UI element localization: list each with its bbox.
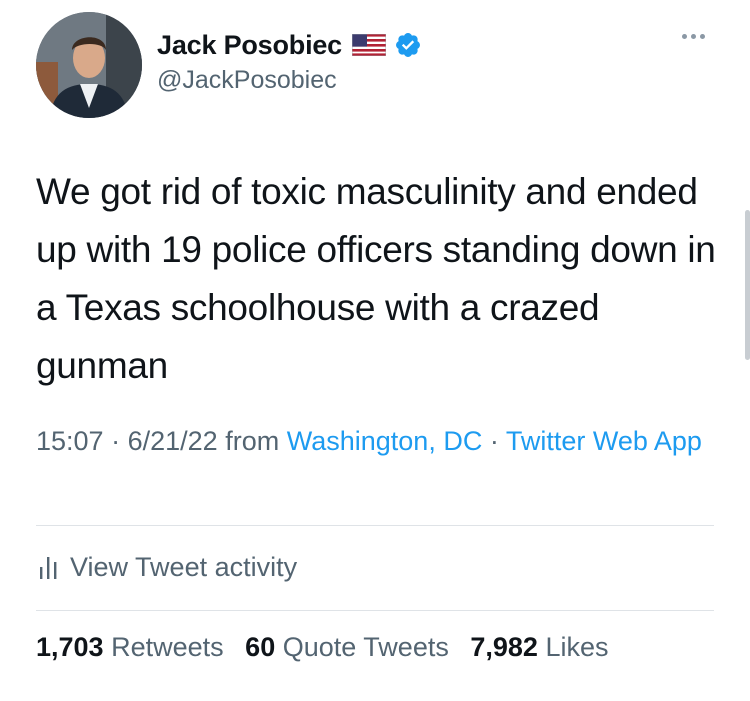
- quote-tweets-count: 60: [245, 632, 276, 662]
- user-handle[interactable]: @JackPosobiec: [157, 66, 337, 95]
- more-dot: [700, 34, 705, 39]
- avatar[interactable]: [36, 12, 142, 118]
- more-options-icon[interactable]: [682, 34, 705, 39]
- scrollbar[interactable]: [745, 210, 750, 360]
- bar-chart-icon: [40, 557, 57, 579]
- tweet-card: Jack Posobiec @JackPosobiec We got rid o…: [0, 0, 750, 701]
- verified-badge-icon: [396, 33, 420, 57]
- likes-count: 7,982: [470, 632, 538, 662]
- likes-label: Likes: [545, 632, 609, 662]
- more-dot: [691, 34, 696, 39]
- tweet-location-link[interactable]: Washington, DC: [287, 426, 483, 456]
- divider: [36, 525, 714, 526]
- view-tweet-activity-label: View Tweet activity: [70, 551, 298, 582]
- divider: [36, 610, 714, 611]
- quote-tweets-stat[interactable]: 60 Quote Tweets: [245, 632, 449, 662]
- retweets-label: Retweets: [111, 632, 224, 662]
- view-tweet-activity-button[interactable]: View Tweet activity: [36, 547, 297, 587]
- more-dot: [682, 34, 687, 39]
- retweets-stat[interactable]: 1,703 Retweets: [36, 632, 224, 662]
- avatar-image: [36, 12, 142, 118]
- us-flag-icon: [352, 34, 387, 56]
- retweets-count: 1,703: [36, 632, 104, 662]
- tweet-metadata: 15:07 · 6/21/22 from Washington, DC · Tw…: [36, 422, 706, 461]
- quote-tweets-label: Quote Tweets: [282, 632, 449, 662]
- user-name-row: Jack Posobiec: [157, 28, 422, 62]
- meta-separator: ·: [489, 426, 499, 456]
- tweet-time[interactable]: 15:07: [36, 426, 104, 456]
- tweet-text: We got rid of toxic masculinity and ende…: [36, 171, 716, 386]
- tweet-source-link[interactable]: Twitter Web App: [506, 426, 702, 456]
- likes-stat[interactable]: 7,982 Likes: [470, 632, 608, 662]
- meta-separator: ·: [111, 426, 121, 456]
- from-label: from: [225, 426, 280, 456]
- tweet-date[interactable]: 6/21/22: [128, 426, 218, 456]
- display-name[interactable]: Jack Posobiec: [157, 30, 342, 61]
- engagement-stats: 1,703 Retweets 60 Quote Tweets 7,982 Lik…: [36, 632, 622, 663]
